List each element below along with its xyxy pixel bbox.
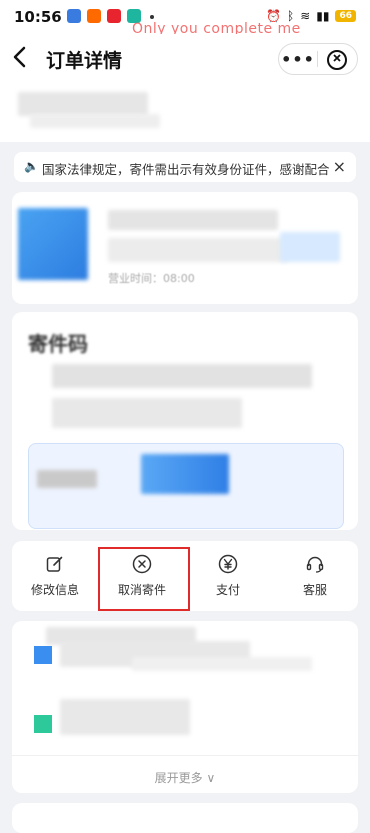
list-item-marker-blue	[34, 646, 52, 664]
expand-more-button[interactable]: 展开更多 ∨	[12, 769, 358, 786]
notice-bar: 🔈 国家法律规定，寄件需出示有效身份证件，感谢配合 ×	[14, 152, 356, 182]
chevron-left-icon	[13, 46, 26, 68]
wifi-icon: ≋	[300, 9, 311, 23]
app-icon-shopping	[107, 9, 121, 23]
more-menu-button[interactable]: •••	[279, 50, 317, 69]
status-time: 10:56	[14, 8, 62, 26]
list-item-marker-green	[34, 715, 52, 733]
nav-bar: 订单详情 •••	[0, 34, 370, 82]
store-address-blurred	[108, 238, 288, 262]
edit-info-button[interactable]: 修改信息	[20, 553, 90, 598]
app-icon-taobao	[87, 9, 101, 23]
edit-info-label: 修改信息	[30, 583, 79, 597]
back-button[interactable]	[12, 46, 26, 74]
close-notice-button[interactable]: ×	[333, 157, 346, 176]
close-icon	[327, 50, 347, 70]
store-info-card	[12, 192, 358, 304]
close-mini-program-button[interactable]	[318, 48, 356, 70]
pickup-code-box	[28, 443, 344, 529]
signal-icon: ▮▮	[316, 9, 330, 23]
status-blurred-text-2	[30, 114, 160, 128]
list-divider	[12, 755, 358, 756]
pickup-code-label-blurred	[37, 470, 97, 488]
notification-dot	[150, 15, 154, 19]
speaker-icon: 🔈	[24, 159, 39, 173]
highlight-box	[98, 547, 190, 611]
notice-text: 国家法律规定，寄件需出示有效身份证件，感谢配合	[42, 162, 330, 177]
page-title: 订单详情	[46, 50, 123, 72]
yen-circle-icon	[193, 553, 263, 575]
store-image	[18, 208, 88, 280]
pickup-code-value-blurred	[141, 454, 229, 494]
tracking-list-card: 展开更多 ∨	[12, 621, 358, 793]
pay-label: 支付	[215, 583, 240, 597]
store-name-blurred	[108, 210, 278, 230]
expand-more-label: 展开更多	[154, 771, 203, 785]
battery-icon: 66	[335, 10, 356, 22]
headset-icon	[280, 553, 350, 575]
status-blurred-text	[18, 92, 148, 116]
app-icon-browser	[67, 9, 81, 23]
list-item-blurred-2	[132, 657, 312, 671]
chevron-down-icon: ∨	[206, 771, 216, 785]
order-status-block	[0, 82, 370, 142]
edit-icon	[20, 553, 90, 575]
customer-service-button[interactable]: 客服	[280, 553, 350, 598]
list-item-blurred-3	[60, 699, 190, 735]
customer-service-label: 客服	[302, 583, 327, 597]
package-detail-blurred	[52, 364, 312, 388]
package-title: 寄件码	[28, 332, 88, 356]
pay-button[interactable]: 支付	[193, 553, 263, 598]
mini-program-capsule: •••	[278, 43, 358, 75]
bottom-card	[12, 803, 358, 833]
store-hours: 营业时间：08:00	[108, 272, 195, 285]
store-map-blurred	[280, 232, 340, 262]
package-detail-blurred-2	[52, 398, 242, 428]
